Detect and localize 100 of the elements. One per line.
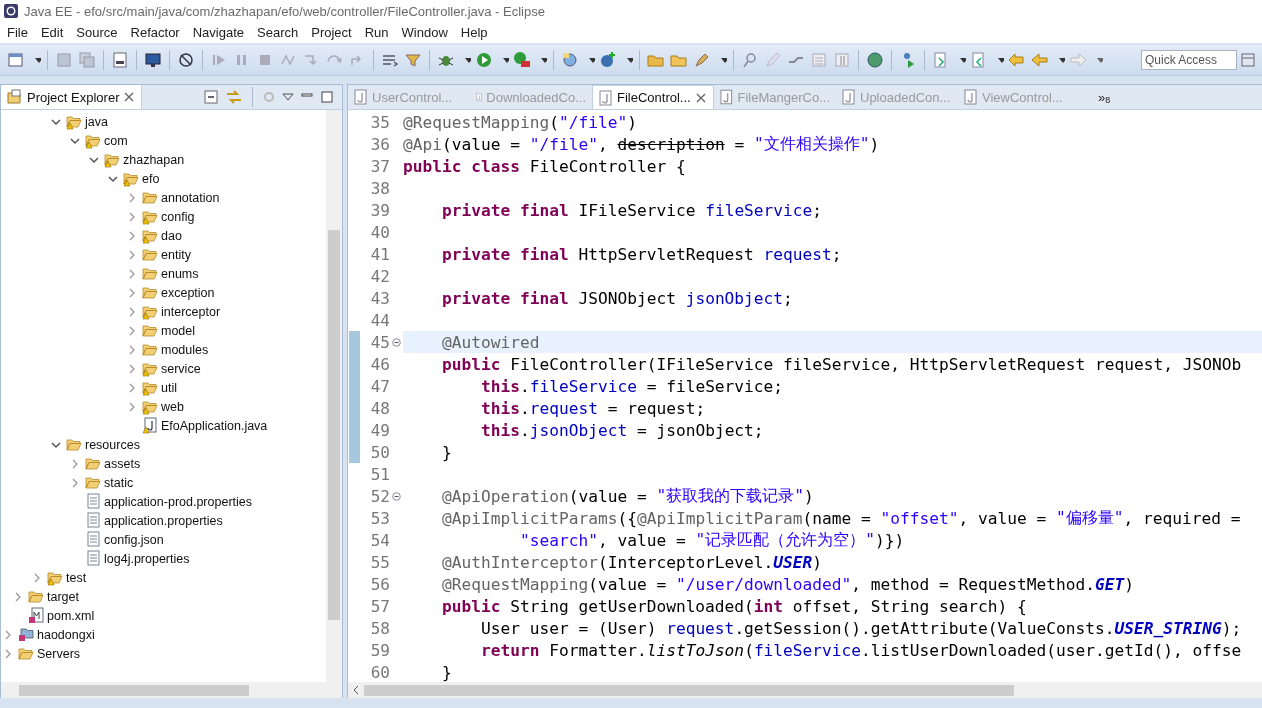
- pencil-icon[interactable]: [763, 50, 783, 70]
- tree-item[interactable]: log4j.properties: [104, 551, 190, 566]
- tree-item[interactable]: modules: [161, 342, 209, 357]
- class-icon[interactable]: [598, 50, 618, 70]
- chevron-right-icon[interactable]: [128, 249, 136, 260]
- menu-item[interactable]: Help: [455, 23, 496, 42]
- tree-item[interactable]: web: [161, 399, 184, 414]
- chevron-right-icon[interactable]: [128, 211, 136, 222]
- chevron-right-icon[interactable]: [71, 477, 79, 488]
- menu-item[interactable]: Refactor: [125, 23, 188, 42]
- code-line: }: [440, 441, 453, 463]
- tree-item[interactable]: enums: [161, 266, 199, 281]
- chevron-right-icon[interactable]: [71, 458, 79, 469]
- line-number: 60: [369, 662, 390, 682]
- tree-item[interactable]: application.properties: [104, 513, 223, 528]
- tree-item[interactable]: interceptor: [161, 304, 221, 319]
- tree-item[interactable]: util: [161, 380, 177, 395]
- line-number: 51: [369, 464, 390, 484]
- run-icon[interactable]: [474, 50, 494, 70]
- tree-item[interactable]: model: [161, 323, 196, 338]
- tree-item[interactable]: application-prod.properties: [104, 494, 252, 509]
- chevron-right-icon[interactable]: [128, 230, 136, 241]
- line-number: 35: [369, 112, 390, 132]
- tree-item[interactable]: entity: [161, 247, 191, 262]
- tree-item[interactable]: assets: [104, 456, 141, 471]
- tree-item[interactable]: static: [104, 475, 134, 490]
- tree-item[interactable]: dao: [161, 228, 182, 243]
- quick-access-field[interactable]: Quick Access: [1141, 50, 1237, 70]
- tree-item[interactable]: resources: [85, 437, 140, 452]
- perspective-icon[interactable]: [1240, 51, 1256, 69]
- menu-item[interactable]: Window: [396, 23, 456, 42]
- line-number: 37: [369, 156, 390, 176]
- tree-item[interactable]: config: [161, 209, 195, 224]
- hidden-tabs-button[interactable]: »8: [1098, 89, 1111, 105]
- chevron-right-icon[interactable]: [4, 629, 12, 640]
- chevron-right-icon[interactable]: [128, 344, 136, 355]
- chevron-right-icon[interactable]: [4, 648, 12, 659]
- tree-item[interactable]: exception: [161, 285, 215, 300]
- tree-item[interactable]: zhazhapan: [123, 152, 185, 167]
- fold-toggle-icon[interactable]: [391, 491, 401, 501]
- chevron-down-icon[interactable]: [51, 117, 61, 126]
- project-explorer-tab[interactable]: Project Explorer: [1, 85, 143, 109]
- monitor-icon[interactable]: [143, 50, 163, 70]
- line-number: 52: [369, 486, 390, 506]
- fold-toggle-icon[interactable]: [391, 337, 401, 347]
- chevron-right-icon[interactable]: [128, 401, 136, 412]
- menu-item[interactable]: Edit: [35, 23, 72, 42]
- horizontal-scrollbar[interactable]: [1, 682, 342, 698]
- collapse-all-icon[interactable]: [203, 89, 219, 105]
- menu-item[interactable]: Source: [71, 23, 126, 42]
- save-icon[interactable]: [54, 50, 74, 70]
- chevron-right-icon[interactable]: [128, 192, 136, 203]
- tree-item[interactable]: com: [104, 133, 128, 148]
- link-arrows-icon[interactable]: [225, 89, 243, 105]
- chevron-down-icon[interactable]: [108, 174, 118, 183]
- chevron-right-icon[interactable]: [14, 591, 22, 602]
- menu-item[interactable]: File: [2, 23, 36, 42]
- chevron-right-icon[interactable]: [128, 306, 136, 317]
- code-line: "search", value = "记录匹配（允许为空）")}): [518, 529, 906, 551]
- chevron-right-icon[interactable]: [128, 363, 136, 374]
- chevron-down-icon[interactable]: [70, 136, 80, 145]
- menu-item[interactable]: Run: [359, 23, 397, 42]
- line-number: 36: [369, 134, 390, 154]
- scroll-left-icon[interactable]: [352, 685, 360, 695]
- menu-item[interactable]: Search: [252, 23, 307, 42]
- chevron-right-icon[interactable]: [33, 572, 41, 583]
- close-icon[interactable]: [123, 91, 136, 103]
- tree-item[interactable]: test: [66, 570, 87, 585]
- tree-item[interactable]: java: [85, 114, 108, 129]
- line-number: 38: [369, 178, 390, 198]
- crossed-circle-icon[interactable]: [176, 50, 196, 70]
- save-all-icon[interactable]: [77, 50, 97, 70]
- java-file-icon: [842, 89, 856, 105]
- line-number: 41: [369, 244, 390, 264]
- tree-item[interactable]: Servers: [37, 646, 81, 661]
- java-file-icon: [964, 89, 978, 105]
- chevron-right-icon[interactable]: [128, 382, 136, 393]
- editor-tab[interactable]: FileControl...: [592, 85, 714, 109]
- chevron-right-icon[interactable]: [128, 287, 136, 298]
- tree-item[interactable]: config.json: [104, 532, 164, 547]
- tree-item[interactable]: haodongxi: [37, 627, 95, 642]
- tree-item[interactable]: service: [161, 361, 201, 376]
- chevron-down-icon[interactable]: [89, 155, 99, 164]
- tree-item[interactable]: annotation: [161, 190, 220, 205]
- maximize-icon[interactable]: [320, 90, 334, 104]
- menu-item[interactable]: Navigate: [187, 23, 252, 42]
- vertical-scrollbar[interactable]: [326, 110, 342, 682]
- run-stop-icon[interactable]: [512, 50, 532, 70]
- menu-item[interactable]: Project: [306, 23, 360, 42]
- tree-item[interactable]: efo: [142, 171, 160, 186]
- chevron-right-icon[interactable]: [128, 268, 136, 279]
- tree-item[interactable]: EfoApplication.java: [161, 418, 268, 433]
- tree-item[interactable]: target: [47, 589, 79, 604]
- view-menu-icon[interactable]: [282, 92, 294, 102]
- tree-item[interactable]: pom.xml: [47, 608, 95, 623]
- code-line: }: [440, 661, 453, 682]
- chevron-down-icon[interactable]: [51, 440, 61, 449]
- chevron-right-icon[interactable]: [128, 325, 136, 336]
- close-icon[interactable]: [694, 91, 707, 104]
- horizontal-scrollbar[interactable]: [348, 682, 1262, 698]
